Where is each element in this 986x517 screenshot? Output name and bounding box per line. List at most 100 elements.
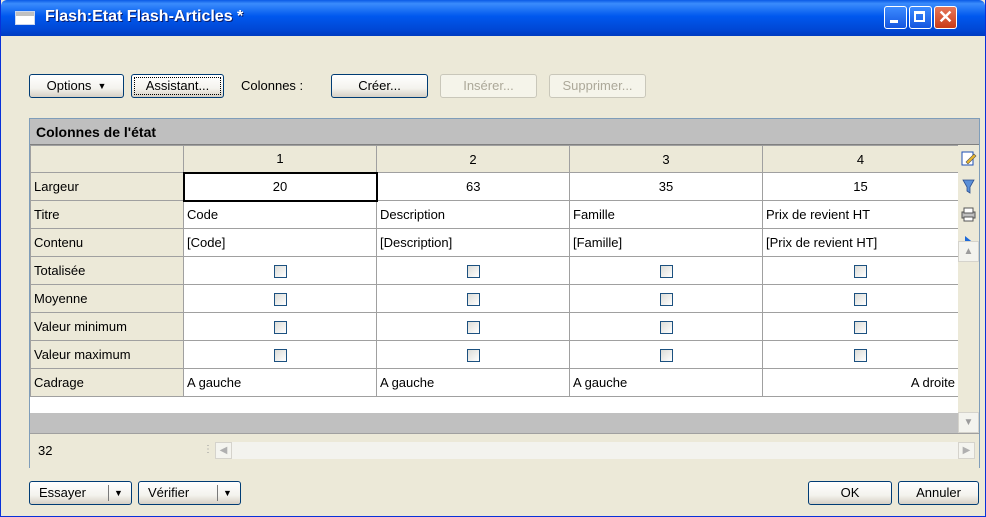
table-row: Contenu [Code] [Description] [Famille] [… (30, 228, 959, 257)
valeur-min-checkbox-3[interactable] (659, 321, 673, 335)
totalisee-cell-4 (762, 256, 959, 285)
valeur-max-cell-3 (569, 340, 763, 369)
title-bar[interactable]: Flash:Etat Flash-Articles * ✕ (1, 0, 985, 36)
table-row: Cadrage A gauche A gauche A gauche A dro… (30, 368, 959, 397)
contenu-cell-2[interactable]: [Description] (376, 228, 570, 257)
valeur-max-checkbox-3[interactable] (659, 349, 673, 363)
column-header-2[interactable]: 2 (376, 145, 570, 173)
scroll-down-button[interactable]: ▼ (958, 412, 979, 433)
table-row: Totalisée (30, 256, 959, 285)
totalisee-checkbox-2[interactable] (466, 265, 480, 279)
contenu-cell-3[interactable]: [Famille] (569, 228, 763, 257)
titre-cell-2[interactable]: Description (376, 200, 570, 229)
scroll-right-button[interactable]: ▶ (958, 442, 975, 459)
valeur-min-cell-3 (569, 312, 763, 341)
horizontal-scrollbar[interactable]: ⋮ ◀ ▶ (203, 442, 975, 459)
valeur-max-checkbox-4[interactable] (854, 349, 867, 363)
valeur-min-checkbox-1[interactable] (273, 321, 287, 335)
valeur-min-cell-2 (376, 312, 570, 341)
grid-empty-area (30, 413, 958, 433)
splitter-grip-icon[interactable]: ⋮ (203, 444, 213, 455)
edit-icon[interactable] (960, 150, 977, 167)
creer-label: Créer... (358, 78, 401, 93)
cadrage-cell-1[interactable]: A gauche (183, 368, 377, 397)
valeur-max-cell-4 (762, 340, 959, 369)
column-header-3[interactable]: 3 (569, 145, 763, 173)
row-count: 32 (38, 443, 53, 458)
creer-button[interactable]: Créer... (331, 74, 428, 98)
assistant-button[interactable]: Assistant... (131, 74, 224, 98)
column-header-row: 1 2 3 4 (30, 145, 959, 173)
table-row: Valeur minimum (30, 312, 959, 341)
column-header-4[interactable]: 4 (762, 145, 959, 173)
cadrage-cell-2[interactable]: A gauche (376, 368, 570, 397)
moyenne-cell-2 (376, 284, 570, 313)
moyenne-cell-3 (569, 284, 763, 313)
window-title: Flash:Etat Flash-Articles * (45, 8, 244, 25)
inserer-button[interactable]: Insérer... (440, 74, 537, 98)
valeur-min-checkbox-2[interactable] (466, 321, 480, 335)
titre-cell-1[interactable]: Code (183, 200, 377, 229)
column-header-1[interactable]: 1 (183, 145, 377, 173)
totalisee-checkbox-3[interactable] (659, 265, 673, 279)
chevron-down-icon[interactable]: ▼ (114, 482, 123, 504)
moyenne-cell-1 (183, 284, 377, 313)
row-label-titre: Titre (30, 200, 184, 229)
annuler-label: Annuler (916, 485, 961, 500)
close-button[interactable]: ✕ (934, 6, 957, 29)
columns-panel: Colonnes de l'état 1 2 3 4 Largeur 20 63… (29, 118, 980, 468)
totalisee-checkbox-1[interactable] (273, 265, 287, 279)
largeur-cell-3[interactable]: 35 (569, 172, 763, 201)
titre-cell-4[interactable]: Prix de revient HT (762, 200, 959, 229)
side-toolbar (958, 145, 979, 451)
verifier-label: Vérifier (148, 485, 190, 500)
valeur-max-cell-2 (376, 340, 570, 369)
moyenne-checkbox-4[interactable] (854, 293, 867, 307)
scroll-up-button[interactable]: ▲ (958, 241, 979, 262)
valeur-min-cell-1 (183, 312, 377, 341)
table-row: Moyenne (30, 284, 959, 313)
valeur-min-checkbox-4[interactable] (854, 321, 867, 335)
totalisee-cell-1 (183, 256, 377, 285)
cadrage-cell-3[interactable]: A gauche (569, 368, 763, 397)
valeur-max-checkbox-1[interactable] (273, 349, 287, 363)
moyenne-checkbox-2[interactable] (466, 293, 480, 307)
valeur-max-checkbox-2[interactable] (466, 349, 480, 363)
verifier-split-button[interactable]: Vérifier ▼ (138, 481, 241, 505)
largeur-cell-1[interactable]: 20 (182, 171, 378, 202)
maximize-button[interactable] (909, 6, 932, 29)
moyenne-checkbox-3[interactable] (659, 293, 673, 307)
largeur-cell-4[interactable]: 15 (762, 172, 959, 201)
close-icon: ✕ (937, 7, 954, 27)
options-label: Options (46, 78, 92, 93)
cadrage-cell-4[interactable]: A droite (762, 368, 959, 397)
panel-title: Colonnes de l'état (36, 124, 157, 140)
minimize-button[interactable] (884, 6, 907, 29)
table-row: Titre Code Description Famille Prix de r… (30, 200, 959, 229)
supprimer-button[interactable]: Supprimer... (549, 74, 646, 98)
essayer-split-button[interactable]: Essayer ▼ (29, 481, 132, 505)
inserer-label: Insérer... (463, 78, 514, 93)
valeur-min-cell-4 (762, 312, 959, 341)
options-dropdown-button[interactable]: Options ▼ (29, 74, 124, 98)
assistant-label: Assistant... (145, 78, 210, 93)
moyenne-cell-4 (762, 284, 959, 313)
colonnes-label: Colonnes : (241, 78, 304, 93)
scroll-left-button[interactable]: ◀ (215, 442, 232, 459)
moyenne-checkbox-1[interactable] (273, 293, 287, 307)
contenu-cell-1[interactable]: [Code] (183, 228, 377, 257)
annuler-button[interactable]: Annuler (898, 481, 979, 505)
titre-cell-3[interactable]: Famille (569, 200, 763, 229)
chevron-down-icon[interactable]: ▼ (223, 482, 232, 504)
contenu-cell-4[interactable]: [Prix de revient HT] (762, 228, 959, 257)
row-label-valeur-maximum: Valeur maximum (30, 340, 184, 369)
supprimer-label: Supprimer... (562, 78, 633, 93)
row-label-valeur-minimum: Valeur minimum (30, 312, 184, 341)
ok-button[interactable]: OK (808, 481, 892, 505)
largeur-cell-2[interactable]: 63 (376, 172, 570, 201)
funnel-icon[interactable] (960, 178, 977, 195)
totalisee-cell-3 (569, 256, 763, 285)
totalisee-checkbox-4[interactable] (854, 265, 867, 279)
row-label-totalisee: Totalisée (30, 256, 184, 285)
print-icon[interactable] (960, 206, 977, 223)
